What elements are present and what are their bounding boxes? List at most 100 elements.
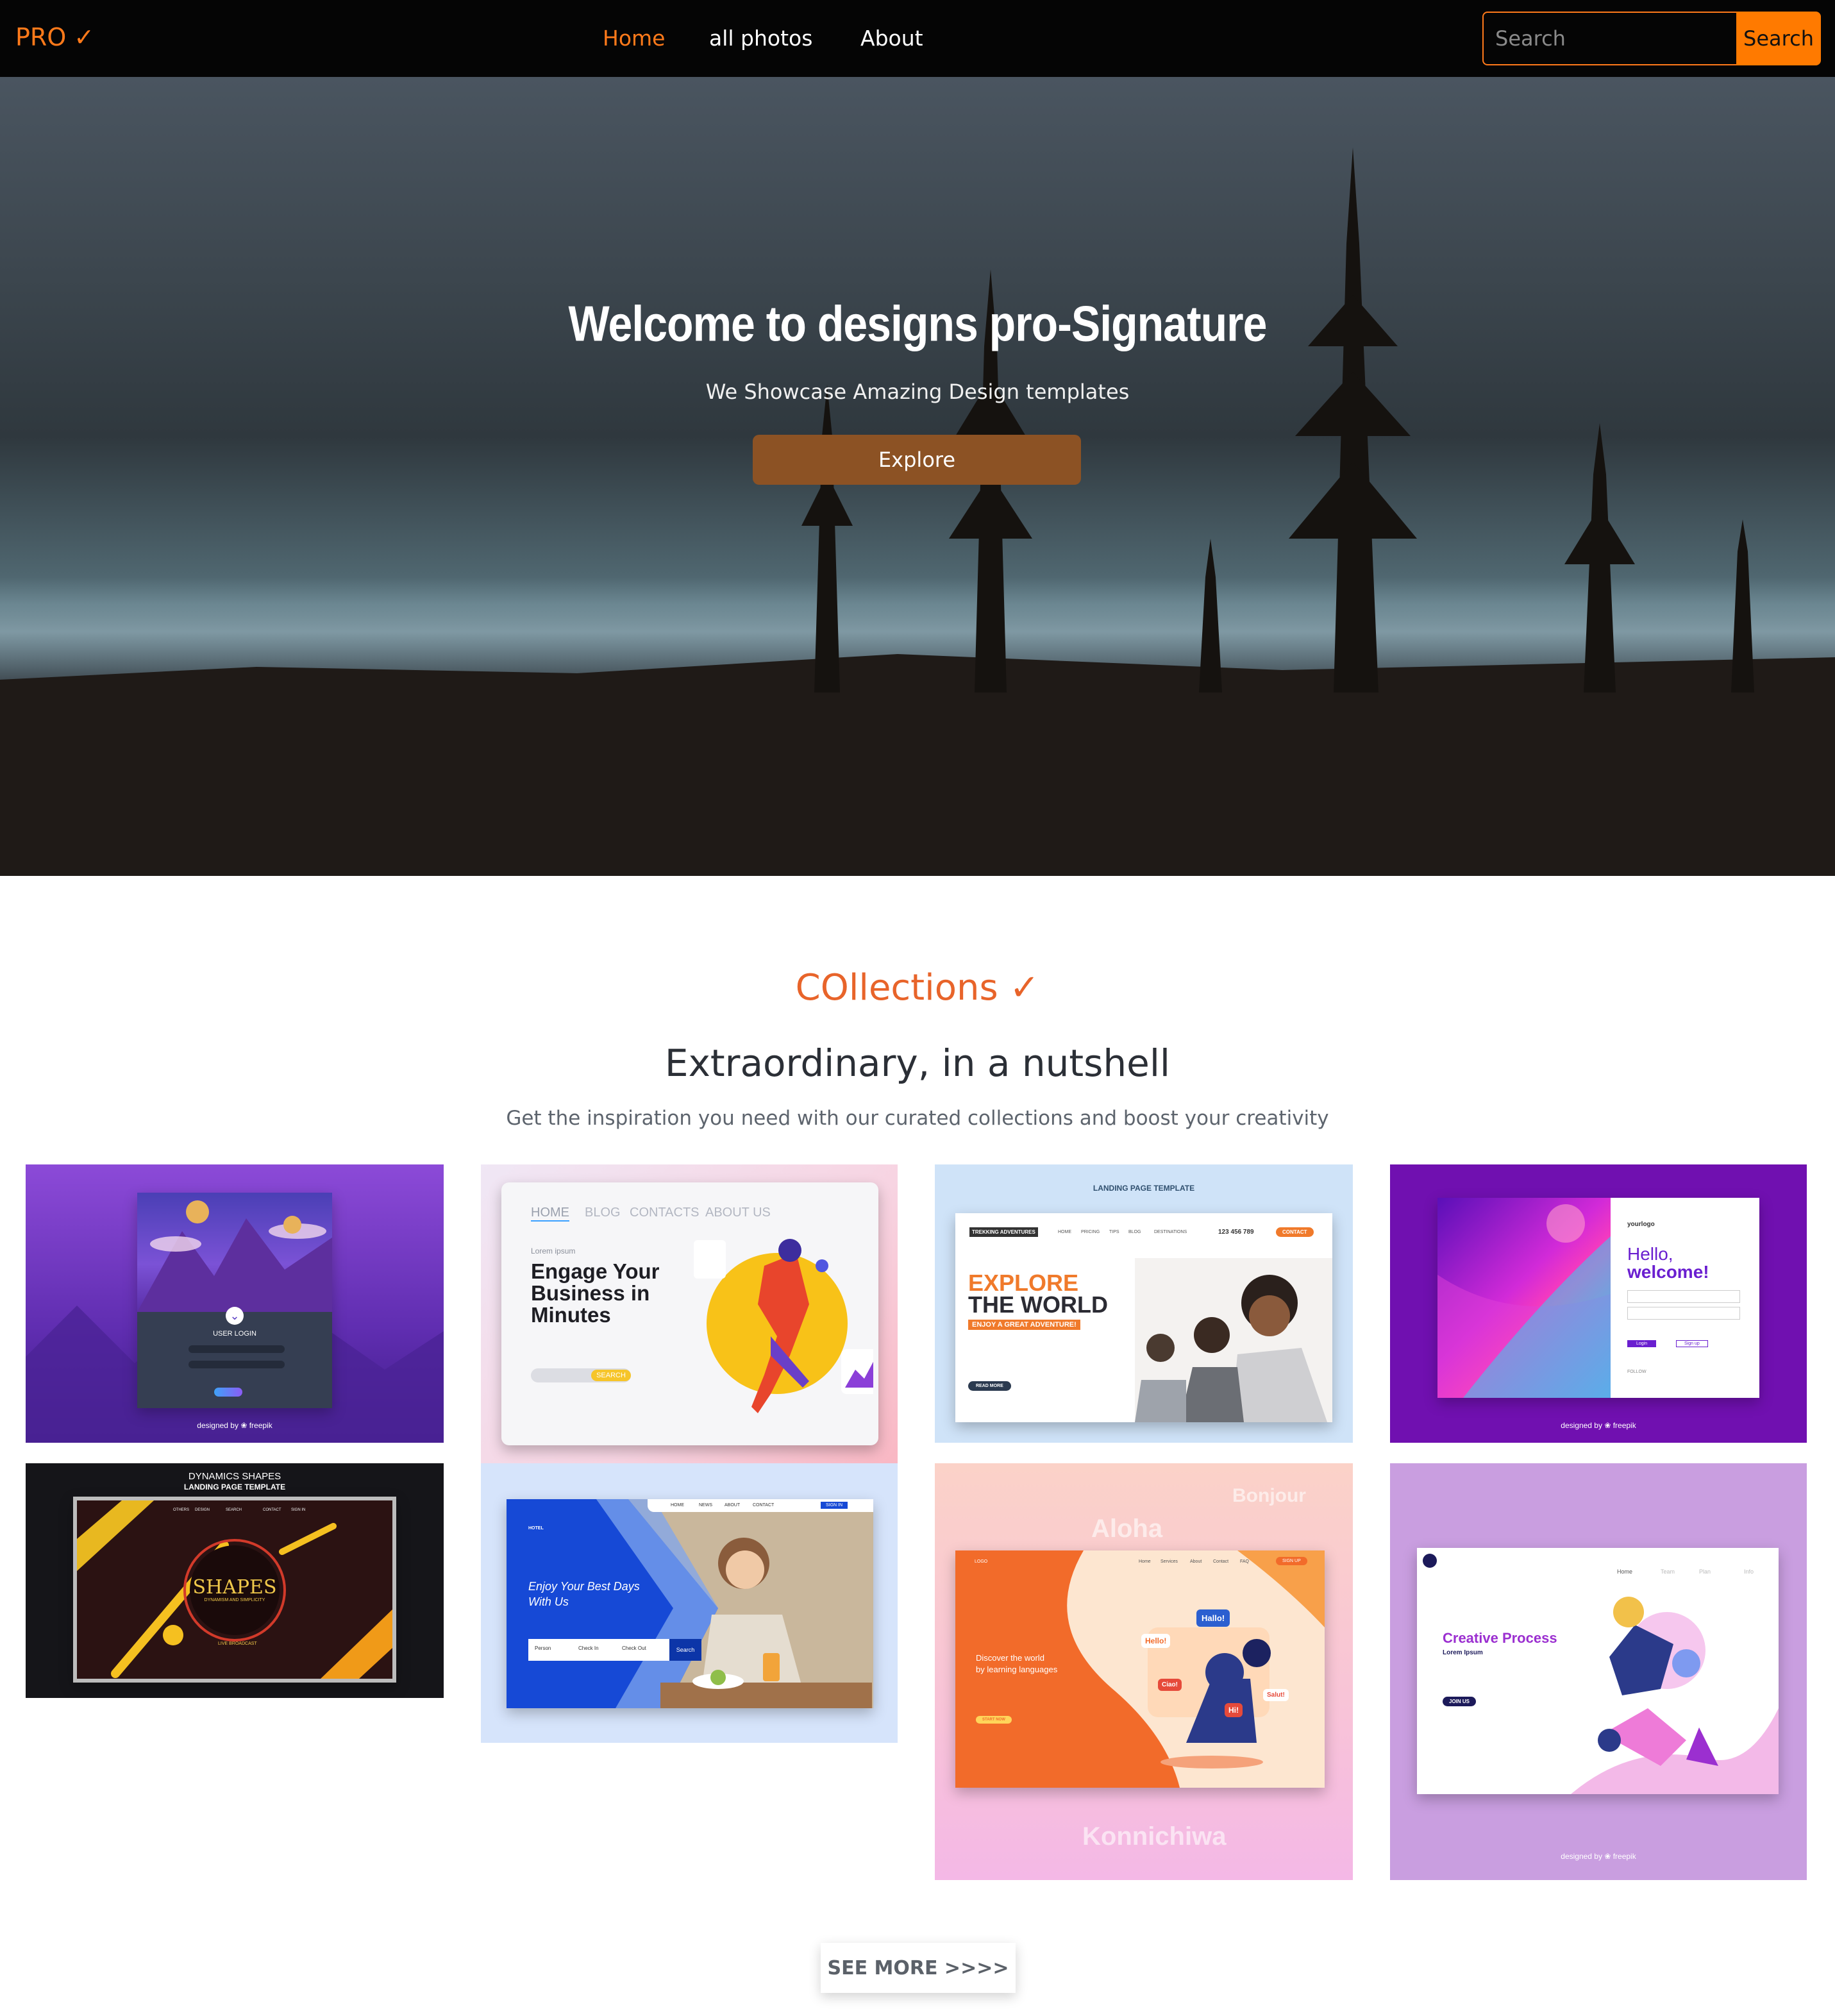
card-creative-process-template[interactable]: Home Team Plan Info Creative Process Lor… [1390,1463,1807,1880]
mock-login-button: Login [1627,1340,1657,1347]
explore-button[interactable]: Explore [753,435,1081,485]
mock-logo: SHAPES [192,1576,277,1599]
hero-title: Welcome to designs pro-Signature [568,296,1268,352]
collections-description: Get the inspiration you need with our cu… [506,1107,1329,1130]
mock-nav-2: DESIGN [195,1508,210,1512]
card-hotel-template[interactable]: HOTEL HOME NEWS ABOUT CONTACT SIGN IN En… [481,1463,898,1743]
card-engage-business-template[interactable]: HOME BLOG CONTACTS ABOUT US Lorem ipsum … [481,1164,898,1463]
mock-tagline: ENJOY A GREAT ADVENTURE! [968,1320,1080,1330]
mock-nav-3: About [1190,1559,1202,1564]
mock-nav-signin: SIGN IN [821,1502,848,1509]
mock-field-checkin: Check In [578,1645,599,1651]
hero-section: Welcome to designs pro-Signature We Show… [0,77,1835,876]
mock-header-1: DYNAMICS SHAPES [188,1471,281,1482]
mock-nav-home: HOME [531,1205,569,1222]
mock-logo: LOGO [975,1559,988,1564]
mock-password-field [1627,1307,1740,1320]
mock-nav-blog: BLOG [585,1205,621,1220]
mock-logo: HOTEL [528,1526,544,1531]
creative-illustration [1423,1554,1779,1794]
see-more-button[interactable]: SEE MORE >>>> [821,1943,1016,1993]
mock-nav-1: HOME [1058,1230,1071,1234]
mock-search-button: SEARCH [591,1370,631,1381]
mock-nav-4: Contact [1213,1559,1229,1564]
mock-logo-sub: DYNAMISM AND SIMPLICITY [204,1598,265,1602]
mock-bubble-ciao: Ciao! [1158,1679,1182,1691]
mock-bubble-salut: Salut! [1263,1689,1289,1701]
mock-logo: yourlogo [1627,1221,1655,1228]
login-header-art [137,1193,332,1312]
card-hello-welcome-template[interactable]: yourlogo Hello, welcome! Login Sign up F… [1390,1164,1807,1443]
mock-bg-word-2: Aloha [1091,1515,1163,1543]
welcome-gradient-art [1437,1198,1611,1398]
mock-bubble-hello: Hello! [1141,1634,1171,1648]
mock-contact-button: CONTACT [1276,1227,1314,1237]
card-explore-world-template[interactable]: LANDING PAGE TEMPLATE TREKKING ADVENTURE… [935,1164,1353,1443]
login-chevron-icon: ⌄ [226,1307,244,1325]
mock-nav-1: Home [1617,1568,1633,1575]
mock-nav-1: HOME [671,1503,684,1508]
mock-bg-word-1: Bonjour [1232,1485,1306,1506]
freepik-credit: designed by ❀ freepik [1561,1852,1636,1861]
mock-search-button: Search [669,1639,701,1661]
mock-field-checkout: Check Out [622,1645,646,1651]
mock-headline-1: Enjoy Your Best Days [528,1580,640,1593]
nav-link-all-photos[interactable]: all photos [709,26,812,51]
card-languages-template[interactable]: Bonjour Aloha Konnichiwa LOGO Home Servi… [935,1463,1353,1880]
mock-signup: SIGN UP [1276,1557,1307,1565]
mock-nav-5: SIGN IN [291,1508,306,1512]
navbar: PRO ✓ Home all photos About Search [0,0,1835,77]
mock-nav-2: NEWS [699,1503,712,1508]
mock-nav-4: Info [1744,1568,1754,1575]
mock-logo: TREKKING ADVENTURES [969,1227,1038,1237]
mock-join-us: JOIN US [1443,1697,1477,1706]
mock-nav-3: TIPS [1109,1230,1119,1234]
card-dynamics-shapes-template[interactable]: DYNAMICS SHAPES LANDING PAGE TEMPLATE OT… [26,1463,444,1698]
nav-link-about[interactable]: About [860,26,923,51]
mock-bubble-hi: Hi! [1225,1703,1243,1717]
mock-nav-3: Plan [1699,1568,1711,1575]
search-input[interactable] [1482,12,1736,65]
mock-nav-5: DESTINATIONS [1154,1230,1187,1234]
login-title: USER LOGIN [213,1330,256,1338]
card-user-login-template[interactable]: ⌄ USER LOGIN designed by ❀ freepik [26,1164,444,1443]
nav-link-home[interactable]: Home [603,26,665,51]
mock-email-field [1627,1290,1740,1303]
mock-nav-3: SEARCH [226,1508,242,1512]
freepik-credit: designed by ❀ freepik [1561,1421,1636,1430]
mock-headline-1: Engage Your [531,1259,660,1283]
hero-subtitle: We Showcase Amazing Design templates [705,380,1130,404]
collections-heading: Extraordinary, in a nutshell [664,1041,1171,1085]
mock-nav-5: FAQ [1240,1559,1250,1564]
mock-footer: LIVE BROADCAST [218,1642,257,1646]
collections-title: COllections ✓ [795,967,1040,1009]
username-field [189,1345,285,1353]
mock-bubble-hallo: Hallo! [1196,1609,1230,1627]
mock-header: LANDING PAGE TEMPLATE [1093,1184,1195,1193]
mock-nav-4: BLOG [1128,1230,1141,1234]
mock-bg-word-3: Konnichiwa [1082,1822,1227,1851]
mock-kicker: Lorem ipsum [531,1247,576,1256]
mock-headline-2: With Us [528,1595,569,1608]
mock-nav-2: PRICING [1081,1230,1100,1234]
mock-welcome: welcome! [1627,1262,1709,1282]
mock-read-more: READ MORE [968,1381,1011,1391]
mock-nav-contacts: CONTACTS [630,1205,700,1220]
mock-headline-2: THE WORLD [968,1291,1108,1318]
mock-nav-about: ABOUT US [705,1205,771,1220]
mock-phone: 123 456 789 [1218,1229,1254,1236]
search-button[interactable]: Search [1736,12,1821,65]
password-field [189,1361,285,1368]
mock-signup-button: Sign up [1676,1340,1708,1347]
brand-logo[interactable]: PRO ✓ [15,23,94,51]
mock-nav-2: Team [1661,1568,1675,1575]
mock-nav-4: CONTACT [263,1508,281,1512]
mock-header-2: LANDING PAGE TEMPLATE [183,1483,286,1491]
mock-headline-2: Business in [531,1281,650,1305]
mock-nav-1: Home [1139,1559,1151,1564]
mock-headline-2: by learning languages [976,1665,1058,1674]
mock-nav-2: Services [1160,1559,1178,1564]
mock-nav-1: OTHERS [173,1508,190,1512]
login-submit [214,1388,242,1397]
mock-headline-3: Minutes [531,1303,611,1327]
